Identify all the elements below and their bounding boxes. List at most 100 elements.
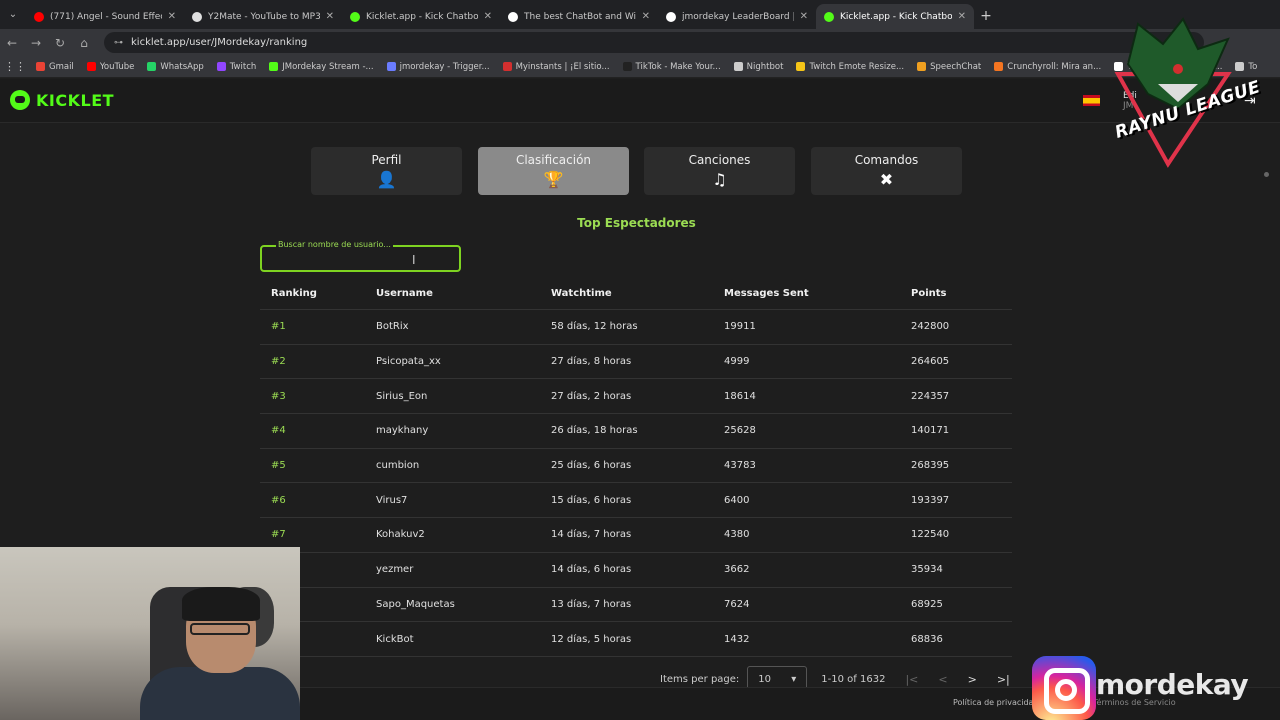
table-row[interactable]: #5 cumbion 25 días, 6 horas 43783 268395 <box>260 449 1012 484</box>
bookmark-item[interactable]: Twitch Emote Resize... <box>796 62 904 72</box>
username-cell: Virus7 <box>376 494 408 506</box>
watchtime-cell: 58 días, 12 horas <box>551 321 638 333</box>
search-input[interactable] <box>264 250 454 268</box>
browser-tab[interactable]: The best ChatBot and Widgets ✕ <box>500 4 658 29</box>
bookmark-label: YouTube <box>99 61 135 72</box>
table-row[interactable]: #3 Sirius_Eon 27 días, 2 horas 18614 224357 <box>260 379 1012 415</box>
watchtime-cell: 12 días, 5 horas <box>551 633 632 645</box>
table-row[interactable]: #7 Kohakuv2 14 días, 7 horas 4380 122540 <box>260 518 1012 553</box>
page-range: 1-10 of 1632 <box>821 673 886 685</box>
bookmark-item[interactable]: jmordekay - Trigger... <box>386 61 490 72</box>
close-tab-icon[interactable]: ✕ <box>326 11 334 22</box>
items-per-page-value: 10 <box>758 673 772 685</box>
tab-search-icon[interactable]: ⌄ <box>0 0 26 29</box>
bookmark-item[interactable]: SpeechChat <box>917 62 981 72</box>
messages-cell: 1432 <box>724 633 750 645</box>
table-row[interactable]: #4 maykhany 26 días, 18 horas 25628 140171 <box>260 414 1012 449</box>
bookmark-item[interactable]: WhatsApp <box>147 61 204 72</box>
bookmark-item[interactable]: To <box>1235 62 1257 72</box>
messages-cell: 19911 <box>724 321 756 333</box>
new-tab-button[interactable]: + <box>974 8 998 24</box>
dropdown-arrow-icon: ▾ <box>791 673 797 685</box>
prev-page-icon[interactable]: < <box>938 673 947 686</box>
column-header: Ranking <box>271 288 317 299</box>
close-tab-icon[interactable]: ✕ <box>484 11 492 22</box>
trophy-icon: 🏆 <box>543 170 564 189</box>
browser-tab[interactable]: (771) Angel - Sound Effect (HD) ✕ <box>26 4 184 29</box>
next-page-icon[interactable]: > <box>968 673 977 686</box>
browser-tab[interactable]: jmordekay LeaderBoard | The b... ✕ <box>658 4 816 29</box>
kicklet-logo-icon <box>10 90 30 110</box>
bookmark-item[interactable]: Twitch <box>216 62 256 72</box>
bookmark-item[interactable]: Gmail <box>36 62 74 72</box>
first-page-icon[interactable]: |< <box>905 673 918 686</box>
reload-icon[interactable]: ↻ <box>48 36 72 50</box>
bookmark-item[interactable]: YouTube <box>86 61 135 72</box>
nav-card-perfil[interactable]: Perfil 👤 <box>311 147 462 195</box>
table-row[interactable]: #8yezmer14 días, 6 horas366235934 <box>260 553 1012 588</box>
nav-card-comandos[interactable]: Comandos ✖ <box>811 147 962 195</box>
instagram-icon <box>1032 656 1096 720</box>
table-row[interactable]: #1 BotRix 58 días, 12 horas 19911 242800 <box>260 310 1012 345</box>
browser-tab[interactable]: Y2Mate - YouTube to MP3 Con... ✕ <box>184 4 342 29</box>
rank-cell: #6 <box>271 494 286 506</box>
rank-cell: #1 <box>271 321 286 333</box>
table-row[interactable]: #2 Psicopata_xx 27 días, 8 horas 4999 264605 <box>260 345 1012 380</box>
messages-cell: 43783 <box>724 460 756 472</box>
username-cell: Sapo_Maquetas <box>376 598 455 610</box>
bookmark-item[interactable]: Nightbot <box>733 62 783 72</box>
bookmark-label: WhatsApp <box>160 61 204 72</box>
bookmark-item[interactable]: Myinstants | ¡El sitio... <box>502 62 610 72</box>
address-bar[interactable]: ⊶ kicklet.app/user/JMordekay/ranking <box>104 32 1204 53</box>
tab-title: jmordekay LeaderBoard | The b... <box>682 11 794 22</box>
bookmark-icon <box>622 62 632 71</box>
points-cell: 242800 <box>911 321 950 333</box>
tab-favicon-icon <box>192 11 202 22</box>
close-tab-icon[interactable]: ✕ <box>800 11 808 22</box>
tab-strip: (771) Angel - Sound Effect (HD)✕Y2Mate -… <box>26 0 974 29</box>
privacy-link[interactable]: Política de privacidad <box>953 698 1039 707</box>
column-header: Watchtime <box>551 288 612 299</box>
messages-cell: 18614 <box>724 390 756 402</box>
rank-cell: #3 <box>271 390 286 402</box>
tab-favicon-icon <box>508 11 518 22</box>
tab-favicon-icon <box>824 11 834 22</box>
bookmark-icon <box>796 62 806 71</box>
points-cell: 268395 <box>911 460 950 472</box>
watchtime-cell: 27 días, 2 horas <box>551 390 632 402</box>
site-info-icon[interactable]: ⊶ <box>114 38 123 48</box>
browser-tab[interactable]: Kicklet.app - Kick Chatbot and... ✕ <box>816 4 974 29</box>
column-header: Messages Sent <box>724 288 809 299</box>
tab-favicon-icon <box>34 11 44 22</box>
close-tab-icon[interactable]: ✕ <box>168 11 176 22</box>
table-row[interactable]: #6 Virus7 15 días, 6 horas 6400 193397 <box>260 483 1012 519</box>
scrollbar-thumb[interactable] <box>1264 172 1269 177</box>
watchtime-cell: 27 días, 8 horas <box>551 356 632 368</box>
kicklet-logo[interactable]: KICKLET <box>10 90 114 110</box>
home-icon[interactable]: ⌂ <box>72 36 96 50</box>
tab-favicon-icon <box>666 11 676 22</box>
logo-text: KICKLET <box>36 90 115 110</box>
section-title: Top Espectadores <box>577 216 696 230</box>
bookmark-item[interactable]: Crunchyroll: Mira an... <box>994 62 1101 72</box>
bookmark-item[interactable]: TikTok - Make Your... <box>622 61 721 72</box>
spain-flag-icon[interactable] <box>1083 95 1100 106</box>
close-tab-icon[interactable]: ✕ <box>958 11 966 22</box>
forward-icon[interactable]: → <box>24 36 48 50</box>
nav-card-canciones[interactable]: Canciones ♫ <box>644 147 795 195</box>
table-row[interactable]: #9Sapo_Maquetas13 días, 7 horas762468925 <box>260 588 1012 623</box>
bookmark-label: jmordekay - Trigger... <box>399 61 490 72</box>
close-tab-icon[interactable]: ✕ <box>642 11 650 22</box>
bookmark-label: TikTok - Make Your... <box>635 61 721 72</box>
apps-icon[interactable]: ⋮⋮ <box>4 60 26 73</box>
messages-cell: 4380 <box>724 529 750 541</box>
bookmark-item[interactable]: JMordekay Stream -... <box>269 62 374 72</box>
back-icon[interactable]: ← <box>0 36 24 50</box>
last-page-icon[interactable]: >| <box>997 673 1010 686</box>
points-cell: 224357 <box>911 390 950 402</box>
tab-title: Kicklet.app - Kick Chatbot and... <box>366 11 478 22</box>
browser-tab[interactable]: Kicklet.app - Kick Chatbot and... ✕ <box>342 4 500 29</box>
table-row[interactable]: #10KickBot12 días, 5 horas143268836 <box>260 622 1012 657</box>
nav-card-clasificación[interactable]: Clasificación 🏆 <box>478 147 629 195</box>
tab-favicon-icon <box>350 11 360 22</box>
